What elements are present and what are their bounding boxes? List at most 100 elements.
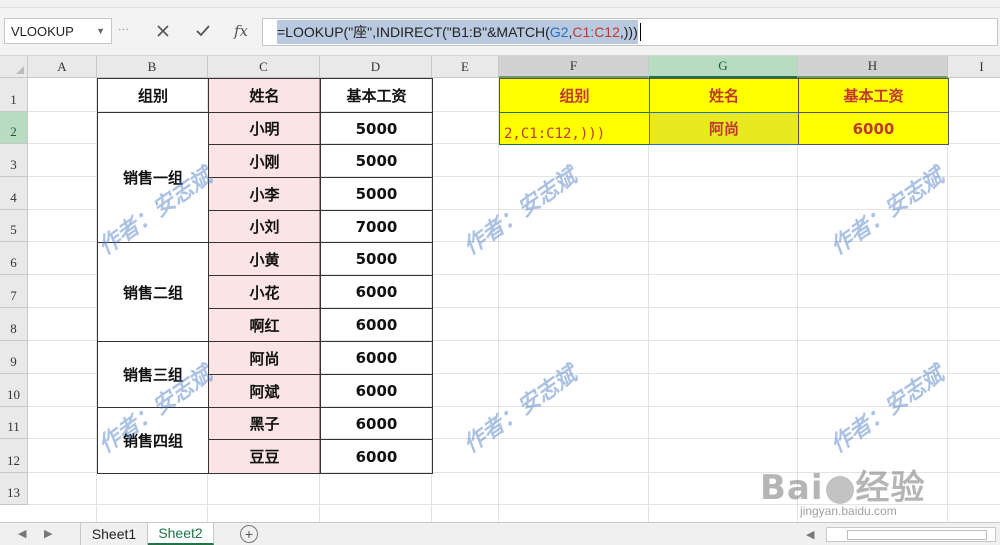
table-header[interactable]: 基本工资	[320, 78, 433, 113]
group-cell[interactable]: 销售四组	[97, 407, 209, 474]
grid-cell[interactable]	[432, 275, 499, 308]
grid-cell[interactable]	[948, 505, 1000, 522]
grid-cell[interactable]	[948, 439, 1000, 473]
grid-cell[interactable]	[649, 439, 798, 473]
grid-cell[interactable]	[649, 275, 798, 308]
grid-cell[interactable]	[28, 210, 97, 242]
grid-cell[interactable]	[28, 473, 97, 505]
row-header-8[interactable]: 8	[0, 308, 28, 341]
insert-function-button[interactable]: fx	[230, 20, 252, 42]
horizontal-scrollbar[interactable]	[826, 527, 996, 542]
grid-cell[interactable]	[432, 374, 499, 407]
column-header-c[interactable]: C	[208, 56, 320, 78]
grid-cell[interactable]	[432, 177, 499, 210]
grid-cell[interactable]	[649, 473, 798, 505]
grid-cell[interactable]	[948, 308, 1000, 341]
grid-cell[interactable]	[28, 78, 97, 112]
grid-cell[interactable]	[28, 439, 97, 473]
grid-cell[interactable]	[798, 177, 948, 210]
lookup-header[interactable]: 基本工资	[798, 78, 949, 113]
spreadsheet-grid[interactable]: ABCDEFGHI 1 2 3 4 5 6 7 8 9 10 11 12 13 组别 姓名 基本工资 小明 50…	[0, 56, 1000, 522]
add-sheet-button[interactable]: +	[240, 525, 258, 543]
name-box[interactable]: VLOOKUP ▼	[4, 18, 112, 44]
row-header-7[interactable]: 7	[0, 275, 28, 308]
grid-cell[interactable]	[499, 210, 649, 242]
grid-cell[interactable]	[649, 341, 798, 374]
column-header-b[interactable]: B	[97, 56, 208, 78]
column-header-a[interactable]: A	[28, 56, 97, 78]
grid-cell[interactable]	[432, 308, 499, 341]
name-cell[interactable]: 小刘	[208, 210, 321, 243]
grid-cell[interactable]	[649, 407, 798, 439]
grid-cell[interactable]	[28, 144, 97, 177]
name-cell[interactable]: 豆豆	[208, 439, 321, 474]
column-header-g[interactable]: G	[649, 56, 798, 78]
grid-cell[interactable]	[798, 439, 948, 473]
row-header-13[interactable]: 13	[0, 473, 28, 505]
grid-cell[interactable]	[432, 210, 499, 242]
grid-cell[interactable]	[432, 242, 499, 275]
name-cell[interactable]: 小黄	[208, 242, 321, 276]
grid-cell[interactable]	[499, 242, 649, 275]
grid-cell[interactable]	[499, 341, 649, 374]
grid-cell[interactable]	[499, 374, 649, 407]
salary-cell[interactable]: 6000	[320, 275, 433, 309]
lookup-salary-cell[interactable]: 6000	[798, 112, 949, 145]
grid-cell[interactable]	[798, 242, 948, 275]
group-cell[interactable]: 销售三组	[97, 341, 209, 408]
grid-cell[interactable]	[432, 341, 499, 374]
enter-button[interactable]	[192, 20, 214, 42]
table-header[interactable]: 组别	[97, 78, 209, 113]
formula-input[interactable]: =LOOKUP("座",INDIRECT("B1:B"&MATCH(G2,C1:…	[262, 18, 998, 46]
column-header-e[interactable]: E	[432, 56, 499, 78]
salary-cell[interactable]: 6000	[320, 374, 433, 408]
name-cell[interactable]: 啊红	[208, 308, 321, 342]
grid-cell[interactable]	[97, 473, 208, 505]
grid-cell[interactable]	[499, 505, 649, 522]
grid-cell[interactable]	[432, 144, 499, 177]
grid-cell[interactable]	[948, 407, 1000, 439]
grid-cell[interactable]	[28, 275, 97, 308]
lookup-group-cell-editing[interactable]: 2,C1:C12,)))	[499, 112, 650, 145]
grid-cell[interactable]	[28, 407, 97, 439]
salary-cell[interactable]: 7000	[320, 210, 433, 243]
chevron-down-icon[interactable]: ▼	[96, 26, 105, 36]
row-header-6[interactable]: 6	[0, 242, 28, 275]
grid-cell[interactable]	[649, 308, 798, 341]
salary-cell[interactable]: 6000	[320, 308, 433, 342]
name-cell[interactable]: 小花	[208, 275, 321, 309]
salary-cell[interactable]: 5000	[320, 144, 433, 178]
salary-cell[interactable]: 6000	[320, 407, 433, 440]
select-all-button[interactable]	[0, 56, 28, 78]
grid-cell[interactable]	[499, 308, 649, 341]
scroll-left-icon[interactable]: ◀	[806, 528, 814, 541]
salary-cell[interactable]: 6000	[320, 341, 433, 375]
row-header-5[interactable]: 5	[0, 210, 28, 242]
grid-cell[interactable]	[948, 144, 1000, 177]
grid-cell[interactable]	[432, 78, 499, 112]
grid-cell[interactable]	[948, 242, 1000, 275]
grid-cell[interactable]	[499, 275, 649, 308]
grid-cell[interactable]	[28, 177, 97, 210]
row-header-11[interactable]: 11	[0, 407, 28, 439]
cancel-button[interactable]	[152, 20, 174, 42]
grid-cell[interactable]	[948, 275, 1000, 308]
row-header-10[interactable]: 10	[0, 374, 28, 407]
column-header-d[interactable]: D	[320, 56, 432, 78]
grid-cell[interactable]	[948, 210, 1000, 242]
name-cell[interactable]: 黑子	[208, 407, 321, 440]
lookup-name-cell[interactable]: 阿尚	[649, 112, 799, 145]
row-header-12[interactable]: 12	[0, 439, 28, 473]
name-cell[interactable]: 阿斌	[208, 374, 321, 408]
row-header-1[interactable]: 1	[0, 78, 28, 112]
group-cell[interactable]: 销售二组	[97, 242, 209, 342]
row-header-4[interactable]: 4	[0, 177, 28, 210]
grid-cell[interactable]	[948, 341, 1000, 374]
grid-cell[interactable]	[798, 210, 948, 242]
grid-cell[interactable]	[798, 144, 948, 177]
salary-cell[interactable]: 5000	[320, 242, 433, 276]
grid-cell[interactable]	[432, 439, 499, 473]
grid-cell[interactable]	[499, 439, 649, 473]
salary-cell[interactable]: 5000	[320, 112, 433, 145]
prev-sheet-icon[interactable]: ◀	[18, 527, 26, 540]
